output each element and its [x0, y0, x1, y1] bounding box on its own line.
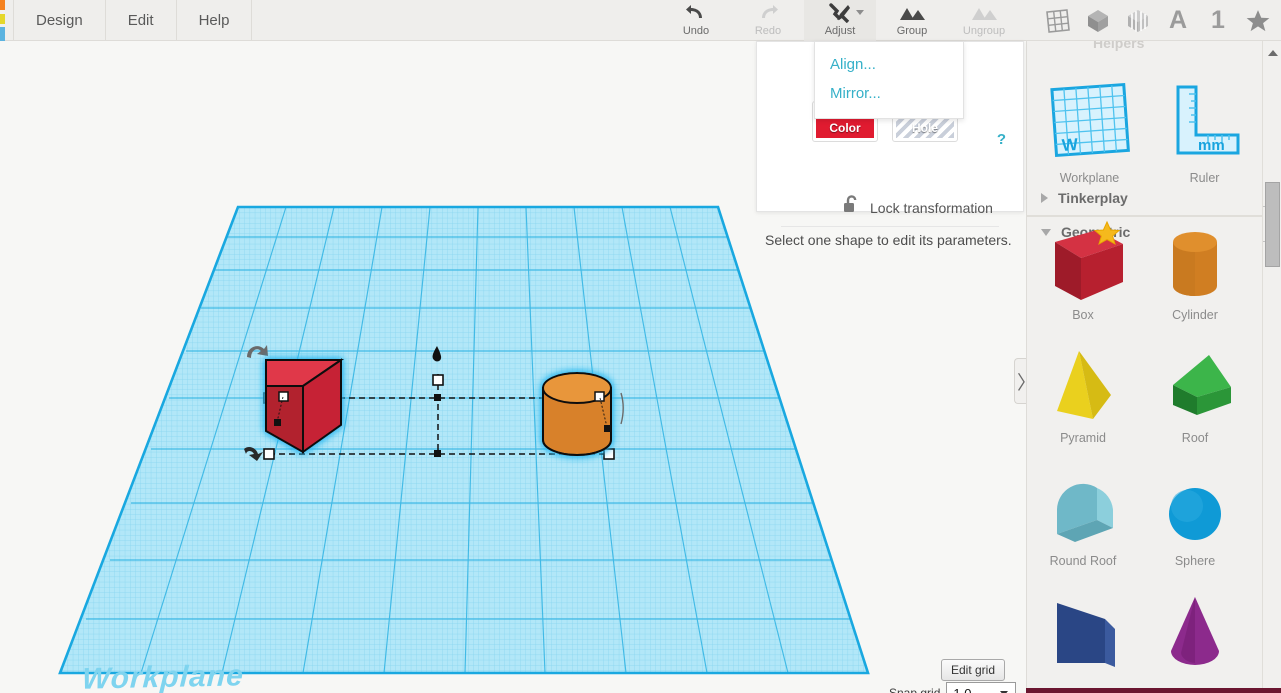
adjust-button[interactable]: Adjust	[804, 0, 876, 41]
menu-bar: Design Edit Help	[13, 0, 252, 40]
wedge-shape-icon	[1035, 585, 1131, 677]
tinkercad-app: Design Edit Help Undo Redo	[0, 0, 1281, 693]
category-tinkerplay-label: Tinkerplay	[1058, 190, 1128, 206]
sidebar-scrollbar[interactable]	[1262, 41, 1281, 693]
action-tools: Undo Redo Adjust	[660, 0, 1020, 41]
shape-row: Round Roof Sphere	[1027, 454, 1265, 577]
cylinder-object	[543, 373, 611, 455]
grid-view-icon[interactable]	[1043, 6, 1073, 36]
shape-item-sphere[interactable]: Sphere	[1139, 454, 1251, 577]
redo-arrow-icon	[757, 3, 779, 23]
shapes-sidebar: Helpers	[1026, 41, 1281, 693]
shape-item-pyramid[interactable]: Pyramid	[1027, 331, 1139, 454]
group-button[interactable]: Group	[876, 0, 948, 41]
menu-design[interactable]: Design	[13, 0, 106, 40]
group-label: Group	[897, 25, 928, 37]
workplane-helper-icon: W	[1045, 67, 1135, 169]
box-shape-icon	[1035, 216, 1131, 308]
menu-help[interactable]: Help	[177, 0, 253, 40]
cone-shape-icon	[1147, 585, 1243, 677]
menu-design-label: Design	[36, 12, 83, 29]
group-mountains-icon	[898, 3, 926, 23]
menu-edit-label: Edit	[128, 12, 154, 29]
shape-round-roof-label: Round Roof	[1050, 554, 1117, 568]
lock-transformation-row[interactable]: Lock transformation	[843, 195, 993, 220]
undo-label: Undo	[683, 25, 709, 37]
helpers-row: W Workplane	[1037, 67, 1257, 199]
shape-pyramid-label: Pyramid	[1060, 431, 1106, 445]
adjust-chevron-down-icon[interactable]	[856, 10, 864, 15]
shape-item-cone[interactable]	[1139, 577, 1251, 693]
shape-item-wedge[interactable]	[1027, 577, 1139, 693]
top-toolbar: Design Edit Help Undo Redo	[0, 0, 1281, 41]
shape-roof-label: Roof	[1182, 431, 1208, 445]
star-favorite-icon[interactable]	[1243, 6, 1273, 36]
snap-grid-select[interactable]: 1.0	[946, 682, 1016, 693]
menu-help-label: Help	[199, 12, 230, 29]
solid-cube-icon[interactable]	[1083, 6, 1113, 36]
cylinder-shape-icon	[1147, 216, 1243, 308]
sphere-shape-icon	[1147, 462, 1243, 554]
shape-item-roof[interactable]: Roof	[1139, 331, 1251, 454]
undo-arrow-icon	[685, 3, 707, 23]
shape-item-box[interactable]: Box	[1027, 208, 1139, 331]
open-padlock-icon	[843, 195, 860, 220]
inspector-message: Select one shape to edit its parameters.	[765, 232, 1012, 248]
adjust-dropdown-menu: Align... Mirror...	[814, 41, 964, 119]
ungroup-label: Ungroup	[963, 25, 1005, 37]
lock-transformation-label: Lock transformation	[870, 200, 993, 216]
inspector-help-icon[interactable]: ?	[997, 131, 1006, 148]
text-letter-a-icon[interactable]: A	[1163, 6, 1193, 36]
helpers-section-title: Helpers	[1093, 41, 1144, 51]
view-icon-strip: A 1	[1043, 0, 1273, 41]
redo-label: Redo	[755, 25, 781, 37]
inspector-divider	[781, 226, 999, 227]
edit-grid-button[interactable]: Edit grid	[941, 659, 1005, 681]
snap-grid-value: 1.0	[953, 686, 971, 693]
pyramid-shape-icon	[1035, 339, 1131, 431]
shape-row: Box Cylinder	[1027, 208, 1265, 331]
shape-sphere-label: Sphere	[1175, 554, 1215, 568]
shape-row: Pyramid Roof	[1027, 331, 1265, 454]
snap-grid-label: Snap grid	[889, 686, 940, 693]
menu-item-mirror[interactable]: Mirror...	[815, 79, 963, 108]
shape-item-round-roof[interactable]: Round Roof	[1027, 454, 1139, 577]
redo-button[interactable]: Redo	[732, 0, 804, 41]
ruler-helper-icon: mm	[1160, 67, 1250, 169]
helper-item-workplane[interactable]: W Workplane	[1037, 67, 1142, 199]
shape-item-cylinder[interactable]: Cylinder	[1139, 208, 1251, 331]
adjust-wrench-icon	[828, 3, 852, 23]
snap-grid-control: Snap grid 1.0	[889, 682, 1016, 693]
shape-cylinder-label: Cylinder	[1172, 308, 1218, 322]
svg-text:W: W	[1061, 135, 1079, 155]
round-roof-shape-icon	[1035, 462, 1131, 554]
scrollbar-thumb[interactable]	[1265, 182, 1280, 267]
undo-button[interactable]: Undo	[660, 0, 732, 41]
chevron-right-icon	[1041, 193, 1048, 203]
ungroup-mountains-icon	[970, 3, 998, 23]
shape-box-label: Box	[1072, 308, 1094, 322]
wireframe-cube-icon[interactable]	[1123, 6, 1153, 36]
sidebar-bottom-bar	[1026, 688, 1281, 693]
roof-shape-icon	[1147, 339, 1243, 431]
number-one-icon[interactable]: 1	[1203, 6, 1233, 36]
adjust-label: Adjust	[825, 25, 856, 37]
scroll-up-arrow-icon[interactable]	[1268, 50, 1278, 56]
shape-row	[1027, 577, 1265, 693]
sidebar-collapse-handle[interactable]: 〉	[1014, 358, 1026, 404]
brand-stripes	[0, 0, 5, 41]
helper-item-ruler[interactable]: mm Ruler	[1152, 67, 1257, 199]
ungroup-button[interactable]: Ungroup	[948, 0, 1020, 41]
shape-grid: Box Cylinder	[1027, 208, 1265, 693]
svg-text:mm: mm	[1198, 137, 1225, 154]
menu-item-align[interactable]: Align...	[815, 50, 963, 79]
menu-edit[interactable]: Edit	[106, 0, 177, 40]
